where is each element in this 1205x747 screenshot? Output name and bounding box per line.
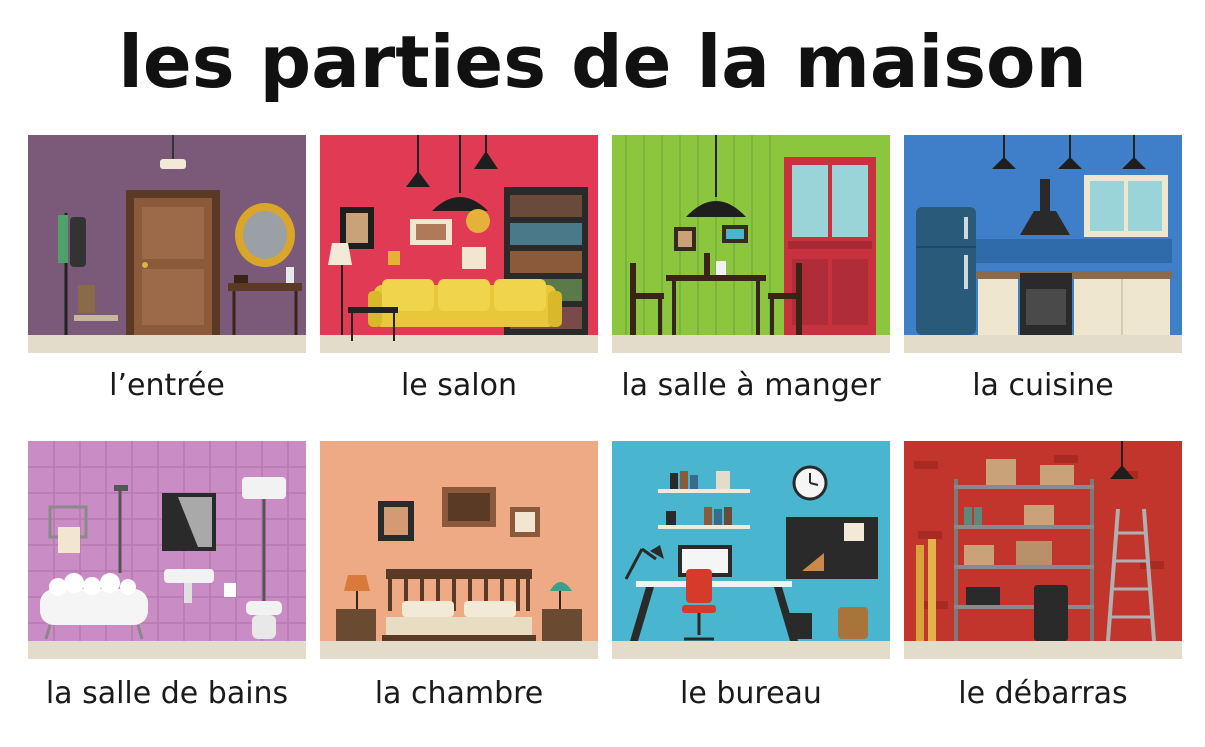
salon-illustration: [320, 135, 598, 353]
room-label-cuisine: la cuisine: [972, 368, 1114, 403]
salle-de-bains-illustration: [28, 441, 306, 659]
page-title: les parties de la maison: [118, 20, 1087, 104]
room-label-salle-a-manger: la salle à manger: [621, 368, 881, 403]
room-label-salon: le salon: [400, 368, 518, 403]
room-label-debarras: le débarras: [958, 676, 1128, 711]
bureau-illustration: [612, 441, 890, 659]
salle-a-manger-illustration: [612, 135, 890, 353]
chambre-illustration: [320, 441, 598, 659]
debarras-illustration: [904, 441, 1182, 659]
room-label-entree: l’entrée: [109, 368, 225, 403]
cuisine-illustration: [904, 135, 1182, 353]
entree-illustration: [28, 135, 306, 353]
room-label-chambre: la chambre: [374, 676, 544, 711]
room-label-salle-de-bains: la salle de bains: [45, 676, 289, 711]
room-label-bureau: le bureau: [680, 676, 822, 711]
